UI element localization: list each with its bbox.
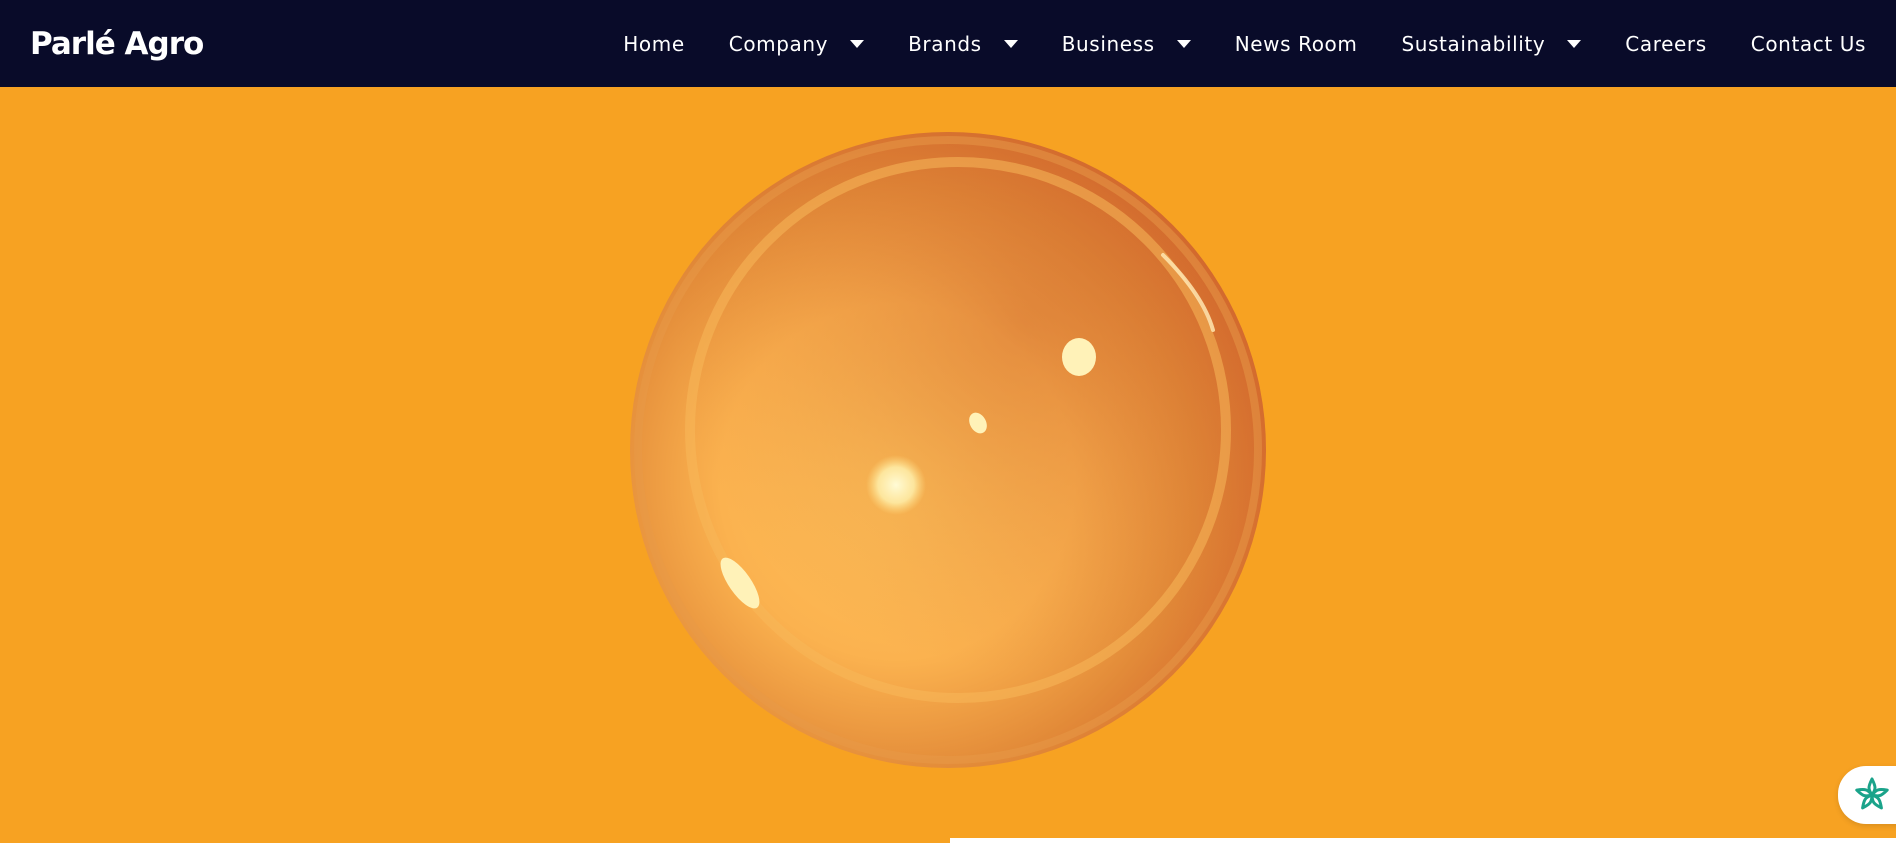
orange-bubble-graphic (630, 132, 1266, 768)
hero-section (0, 87, 1896, 843)
nav-item-brands[interactable]: Brands (908, 32, 1018, 56)
nav-item-label: Sustainability (1401, 31, 1546, 56)
nav-item-label: Company (728, 31, 829, 56)
ai-chat-launcher[interactable] (1838, 766, 1896, 824)
ai-sparkle-icon (1855, 777, 1889, 810)
nav-item-label: Brands (908, 31, 982, 56)
nav-item-contact-us[interactable]: Contact Us (1751, 32, 1866, 56)
nav-item-business[interactable]: Business (1062, 32, 1191, 56)
nav-item-company[interactable]: Company (728, 31, 865, 56)
caret-down-icon (1176, 39, 1191, 48)
caret-down-icon (1003, 39, 1018, 48)
nav-item-sustainability[interactable]: Sustainability (1401, 31, 1582, 56)
caret-down-icon (1567, 39, 1582, 48)
nav-item-label: Careers (1625, 31, 1707, 56)
nav-item-label: Contact Us (1750, 31, 1866, 56)
nav-item-label: Home (623, 31, 685, 56)
nav-item-home[interactable]: Home (623, 32, 684, 56)
nav-item-news-room[interactable]: News Room (1235, 32, 1358, 56)
parle-agro-logo[interactable]: Parlé Agro (30, 24, 204, 64)
nav-item-label: Business (1061, 31, 1155, 56)
bottom-strip (950, 838, 1896, 843)
site-header: Parlé Agro Home Company Brands Business … (0, 0, 1896, 87)
nav-item-label: News Room (1234, 31, 1358, 56)
caret-down-icon (850, 39, 865, 48)
main-nav: Home Company Brands Business News Room S… (623, 0, 1866, 87)
nav-item-careers[interactable]: Careers (1625, 32, 1706, 56)
